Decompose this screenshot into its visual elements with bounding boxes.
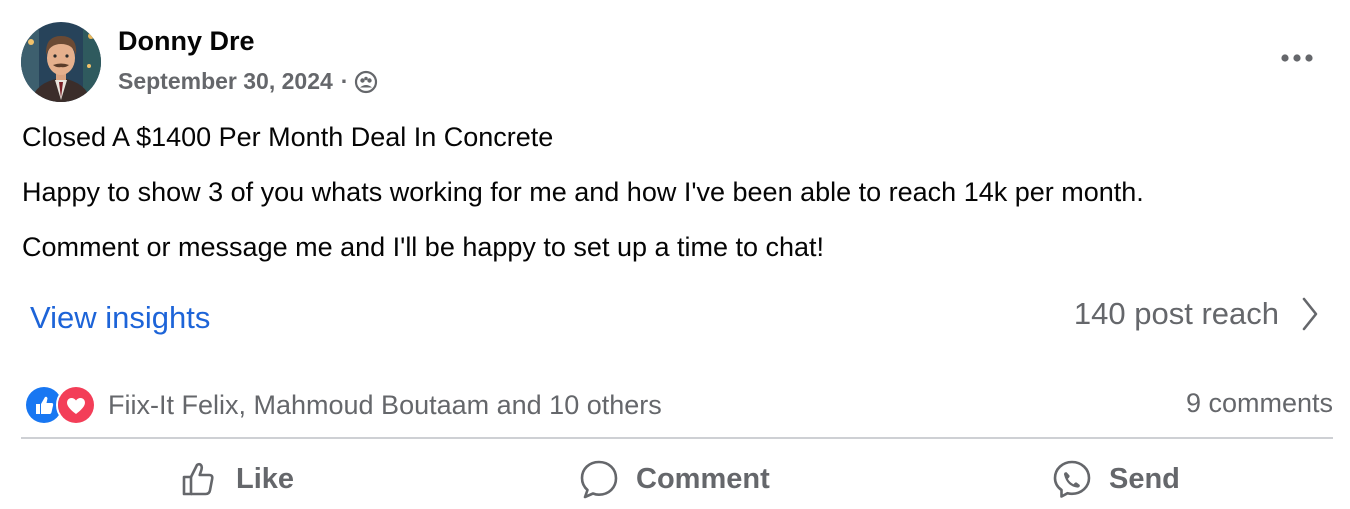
comment-label: Comment xyxy=(636,462,770,495)
post-date[interactable]: September 30, 2024 xyxy=(118,68,333,95)
love-reaction-icon xyxy=(56,385,96,425)
divider xyxy=(21,437,1333,439)
reactions-summary[interactable]: Fiix-It Felix, Mahmoud Boutaam and 10 ot… xyxy=(24,385,662,425)
groups-icon[interactable] xyxy=(354,70,378,94)
send-label: Send xyxy=(1109,462,1180,495)
like-label: Like xyxy=(236,462,295,495)
author-avatar[interactable] xyxy=(21,22,101,102)
like-icon xyxy=(182,462,214,496)
post-text-line: Closed A $1400 Per Month Deal In Concret… xyxy=(22,122,554,152)
messenger-icon xyxy=(1053,460,1091,498)
send-button[interactable]: Send xyxy=(1051,456,1180,502)
author-name[interactable]: Donny Dre xyxy=(118,26,255,57)
meta-separator: · xyxy=(340,68,349,94)
view-insights-link[interactable]: View insights xyxy=(30,300,210,336)
post-meta: September 30, 2024 · xyxy=(118,68,378,95)
post-text-line: Comment or message me and I'll be happy … xyxy=(22,232,825,262)
post-reach-text: 140 post reach xyxy=(1073,296,1279,331)
facebook-post: Donny Dre September 30, 2024 · Closed A … xyxy=(0,0,1350,509)
post-text-line: Happy to show 3 of you whats working for… xyxy=(22,177,1144,207)
like-button[interactable]: Like xyxy=(180,456,294,502)
more-options-button[interactable] xyxy=(1270,36,1324,80)
more-dots-icon xyxy=(1281,54,1313,62)
reactors-text: Fiix-It Felix, Mahmoud Boutaam and 10 ot… xyxy=(108,389,662,420)
comment-icon xyxy=(580,460,618,499)
comment-button[interactable]: Comment xyxy=(578,456,770,502)
comments-count[interactable]: 9 comments xyxy=(1186,388,1333,419)
chevron-right-icon xyxy=(1302,297,1318,331)
post-reach-button[interactable]: 140 post reach xyxy=(1074,296,1319,332)
